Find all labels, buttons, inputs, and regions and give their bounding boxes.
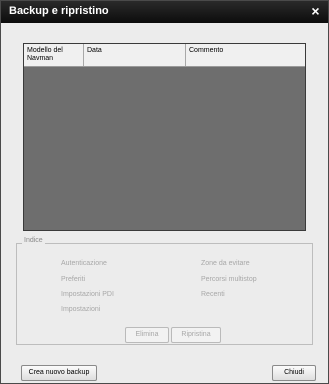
table-header: Modello del Navman Data Commento	[24, 44, 305, 67]
restore-button[interactable]: Ripristina	[171, 327, 221, 343]
delete-button[interactable]: Elimina	[125, 327, 169, 343]
index-item-settings: Impostazioni	[61, 306, 101, 313]
index-item-recent: Recenti	[201, 291, 225, 298]
index-item-favorites: Preferiti	[61, 276, 86, 283]
index-label: Indice	[22, 237, 45, 244]
index-item-authentication: Autenticazione	[61, 260, 107, 267]
index-item-poi-settings: Impostazioni PDI	[61, 291, 114, 298]
column-header-model[interactable]: Modello del Navman	[24, 44, 84, 66]
title-bar: Backup e ripristino ×	[1, 1, 328, 23]
close-button[interactable]: Chiudi	[272, 365, 316, 381]
close-icon[interactable]: ×	[308, 4, 323, 19]
index-item-avoid-zones: Zone da evitare	[201, 260, 250, 267]
create-backup-button[interactable]: Crea nuovo backup	[21, 365, 97, 381]
column-header-comment[interactable]: Commento	[186, 44, 305, 66]
index-item-multistop-routes: Percorsi multistop	[201, 276, 257, 283]
backup-list-table[interactable]: Modello del Navman Data Commento	[23, 43, 306, 231]
column-header-date[interactable]: Data	[84, 44, 186, 66]
window-title: Backup e ripristino	[9, 5, 109, 17]
backup-restore-dialog: Backup e ripristino × Modello del Navman…	[0, 0, 329, 384]
